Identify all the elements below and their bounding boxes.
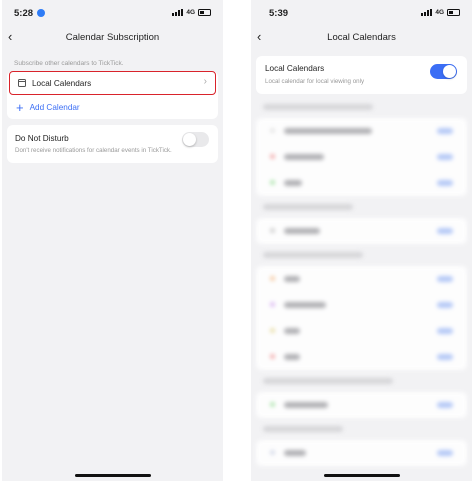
color-dot [270,450,275,455]
blurred-section-header [263,252,363,258]
blurred-link [437,302,453,308]
blurred-link [437,328,453,334]
add-calendar-label: Add Calendar [29,102,80,112]
blurred-section-header [263,104,373,110]
blurred-text [284,354,300,360]
blurred-calendar-group [256,218,467,244]
subscription-card: Local Calendars › + Add Calendar [7,71,218,119]
blurred-calendar-group [256,392,467,418]
blurred-calendar-row [256,392,467,418]
blurred-calendar-row [256,144,467,170]
home-indicator [74,474,151,477]
blurred-link [437,354,453,360]
status-indicators: 4G [421,9,460,16]
blurred-text [284,228,320,234]
local-calendars-row[interactable]: Local Calendars › [9,71,216,95]
blurred-link [437,180,453,186]
blurred-calendar-row [256,266,467,292]
blurred-calendar-row [256,292,467,318]
local-calendars-toggle[interactable] [430,64,457,79]
blurred-calendar-list [251,104,472,466]
toggle-knob [183,133,196,146]
blurred-calendar-row [256,344,467,370]
status-bar: 5:28 4G [2,0,223,26]
home-indicator [323,474,400,477]
blurred-text [284,328,300,334]
blurred-text [284,276,300,282]
phone-screen-local-calendars: 5:39 4G ‹ Local Calendars Local Calendar… [251,0,472,481]
status-bar: 5:39 4G [251,0,472,26]
blurred-section-header [263,426,343,432]
blurred-link [437,228,453,234]
section-hint: Subscribe other calendars to TickTick. [14,60,124,67]
blurred-calendar-row [256,440,467,466]
battery-icon [447,9,460,16]
chevron-right-icon: › [203,76,207,87]
blurred-text [284,128,372,134]
blurred-calendar-row [256,318,467,344]
color-dot [270,128,275,133]
toggle-knob [443,65,456,78]
status-indicators: 4G [172,9,211,16]
color-dot [270,180,275,185]
local-calendars-label: Local Calendars [32,78,92,88]
blurred-text [284,402,328,408]
dnd-toggle[interactable] [182,132,209,147]
local-calendars-title: Local Calendars [265,64,325,73]
battery-icon [198,9,211,16]
location-icon [37,9,45,17]
blurred-link [437,450,453,456]
blurred-link [437,128,453,134]
blurred-section-header [263,378,393,384]
blurred-calendar-row [256,118,467,144]
color-dot [270,154,275,159]
network-label: 4G [186,9,195,16]
color-dot [270,276,275,281]
network-label: 4G [435,9,444,16]
signal-icon [172,9,184,16]
color-dot [270,228,275,233]
blurred-calendar-group [256,118,467,196]
blurred-section-header [263,204,353,210]
add-calendar-button[interactable]: + Add Calendar [7,95,218,119]
local-calendars-description: Local calendar for local viewing only [265,78,365,85]
blurred-link [437,402,453,408]
page-title: Local Calendars [327,32,396,43]
local-calendars-toggle-card: Local Calendars Local calendar for local… [256,56,467,94]
status-time: 5:39 [269,8,289,19]
blurred-calendar-group [256,266,467,370]
page-title: Calendar Subscription [65,32,160,43]
blurred-link [437,154,453,160]
do-not-disturb-card: Do Not Disturb Don't receive notificatio… [7,125,218,163]
color-dot [270,302,275,307]
signal-icon [421,9,433,16]
color-dot [270,328,275,333]
color-dot [270,402,275,407]
phone-screen-calendar-subscription: 5:28 4G ‹ Calendar Subscription Subscrib… [2,0,223,481]
blurred-calendar-group [256,440,467,466]
blurred-text [284,154,324,160]
blurred-text [284,180,302,186]
blurred-calendar-row [256,170,467,196]
blurred-calendar-row [256,218,467,244]
status-time: 5:28 [14,8,34,19]
blurred-text [284,302,326,308]
nav-bar: ‹ Calendar Subscription [2,26,223,50]
blurred-text [284,450,306,456]
color-dot [270,354,275,359]
nav-bar: ‹ Local Calendars [251,26,472,50]
plus-icon: + [16,99,24,115]
calendar-icon [18,79,26,87]
blurred-link [437,276,453,282]
